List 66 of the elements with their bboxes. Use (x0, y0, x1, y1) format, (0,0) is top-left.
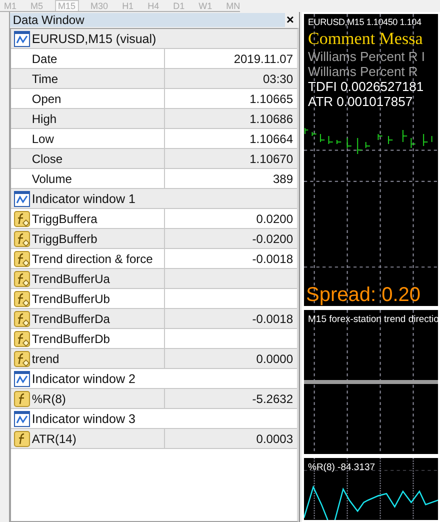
comment-text: Comment Messa (308, 29, 424, 49)
field-value: 1.10686 (250, 112, 293, 126)
field-value: -5.2632 (252, 392, 293, 406)
timeframe-button[interactable]: H1 (120, 1, 136, 11)
function-icon (14, 310, 30, 326)
field-label: TriggBufferb (32, 232, 98, 246)
function-icon (14, 210, 30, 226)
panel-title: Data Window (10, 13, 285, 27)
indicator-readout: TDFI 0.0026527181 (308, 79, 425, 94)
chart-icon (14, 30, 30, 46)
field-value: 2019.11.07 (234, 52, 293, 66)
field-label: TriggBuffera (32, 212, 98, 226)
function-icon (14, 230, 30, 246)
field-label: TrendBufferDb (32, 332, 110, 346)
field-label: Volume (32, 172, 72, 186)
field-label: Date (32, 52, 58, 66)
field-value: 0.0200 (256, 212, 293, 226)
subwindow-title: %R(8) -84.3137 (307, 461, 376, 473)
function-icon (14, 290, 30, 306)
timeframe-button[interactable]: D1 (171, 1, 187, 11)
field-label: TrendBufferDa (32, 312, 110, 326)
field-label: Low (32, 132, 54, 146)
field-label: Time (32, 72, 58, 86)
field-value: -0.0200 (252, 232, 293, 246)
timeframe-button[interactable]: H4 (146, 1, 162, 11)
field-value: 0.0000 (256, 352, 293, 366)
function-icon (14, 350, 30, 366)
field-label: High (32, 112, 57, 126)
group-label: Indicator window 1 (32, 192, 136, 206)
indicator-readout: ATR 0.001017857 (308, 94, 414, 109)
field-value: -0.0018 (252, 312, 293, 326)
timeframe-button[interactable]: W1 (196, 1, 214, 11)
timeframe-button[interactable]: M1 (2, 1, 19, 11)
spread-text: Spread: 0.20 (306, 284, 421, 306)
field-label: %R(8) (32, 392, 66, 406)
function-icon (14, 390, 30, 406)
field-value: 1.10664 (250, 132, 293, 146)
field-value: 03:30 (262, 72, 293, 86)
timeframe-button[interactable]: M30 (88, 1, 110, 11)
field-label: Trend direction & force (32, 252, 153, 266)
field-value: 389 (272, 172, 293, 186)
function-icon (14, 430, 30, 446)
field-label: Open (32, 92, 62, 106)
function-icon (14, 250, 30, 266)
function-icon (14, 330, 30, 346)
timeframe-button[interactable]: M15 (55, 0, 79, 11)
timeframe-button[interactable]: M5 (28, 1, 46, 11)
chart-icon (14, 190, 30, 206)
field-label: TrendBufferUa (32, 272, 110, 286)
timeframe-button[interactable]: MN (224, 1, 242, 11)
field-label: Close (32, 152, 63, 166)
field-label: TrendBufferUb (32, 292, 110, 306)
close-button[interactable]: × (286, 13, 294, 27)
field-value: 1.10670 (250, 152, 293, 166)
chart-header: EURUSD,M15 1.10450 1.104 (308, 16, 422, 29)
group-label: Indicator window 2 (32, 372, 136, 386)
field-value: -0.0018 (252, 252, 293, 266)
field-label: ATR(14) (32, 432, 76, 446)
group-label: Indicator window 3 (32, 412, 136, 426)
field-label: trend (32, 352, 60, 366)
indicator-readout: Williams Percent R I (308, 49, 426, 64)
indicator-readout: Williams Percent R (308, 64, 419, 79)
field-value: 0.0003 (256, 432, 293, 446)
function-icon (14, 270, 30, 286)
group-label: EURUSD,M15 (visual) (32, 32, 156, 46)
field-value: 1.10665 (250, 92, 293, 106)
